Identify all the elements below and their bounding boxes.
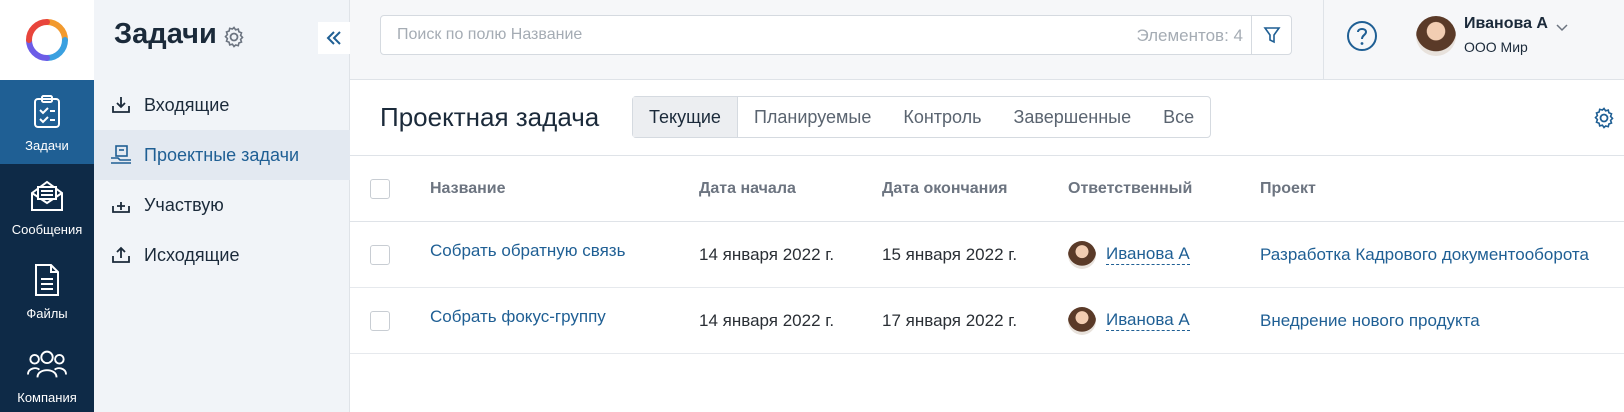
select-all-checkbox[interactable]	[370, 178, 390, 199]
nav-item-company[interactable]: Компания	[0, 332, 94, 412]
tab-current[interactable]: Текущие	[633, 97, 738, 137]
sidebar-item-label: Входящие	[144, 94, 230, 115]
end-date: 15 января 2022 г.	[882, 244, 1018, 264]
start-date: 14 января 2022 г.	[699, 244, 835, 264]
table-header: Название Дата начала Дата окончания Отве…	[350, 156, 1624, 222]
sidebar-item-label: Участвую	[144, 194, 224, 215]
column-header-start-date[interactable]: Дата начала	[699, 156, 796, 221]
project-tasks-icon	[110, 144, 132, 166]
help-button[interactable]	[1346, 20, 1378, 52]
avatar	[1068, 240, 1096, 269]
nav-item-messages[interactable]: Сообщения	[0, 164, 94, 248]
row-checkbox[interactable]	[370, 310, 390, 331]
column-header-end-date[interactable]: Дата окончания	[882, 156, 1008, 221]
column-header-project[interactable]: Проект	[1260, 156, 1316, 221]
project-link[interactable]: Внедрение нового продукта	[1260, 288, 1480, 353]
tasks-icon	[27, 92, 67, 132]
responsible-link[interactable]: Иванова А	[1106, 310, 1190, 331]
start-date: 14 января 2022 г.	[699, 310, 835, 330]
tasks-table: Название Дата начала Дата окончания Отве…	[350, 156, 1624, 354]
logo-icon	[26, 19, 68, 61]
user-organization: ООО Мир	[1464, 39, 1528, 55]
column-header-responsible[interactable]: Ответственный	[1068, 156, 1192, 221]
top-bar: Элементов: 4 Иванова А ООО Мир	[350, 0, 1624, 80]
nav-item-files[interactable]: Файлы	[0, 248, 94, 332]
gear-icon[interactable]	[222, 25, 246, 49]
nav-item-tasks[interactable]: Задачи	[0, 80, 94, 164]
sidebar-item-label: Проектные задачи	[144, 144, 299, 165]
nav-item-label: Задачи	[25, 137, 69, 153]
sidebar-item-inbox[interactable]: Входящие	[94, 80, 350, 130]
project-link[interactable]: Разработка Кадрового документооборота	[1260, 222, 1589, 287]
tabs: Текущие Планируемые Контроль Завершенные…	[632, 96, 1212, 138]
sidebar-item-outbox[interactable]: Исходящие	[94, 230, 350, 280]
nav-item-label: Сообщения	[11, 221, 83, 237]
sidebar-item-project-tasks[interactable]: Проектные задачи	[94, 130, 350, 180]
outbox-icon	[110, 244, 132, 266]
user-avatar[interactable]	[1416, 16, 1456, 56]
avatar	[1068, 306, 1096, 335]
filter-button[interactable]	[1251, 16, 1291, 54]
inbox-icon	[110, 94, 132, 116]
tab-planned[interactable]: Планируемые	[738, 97, 887, 137]
content-header: Проектная задача Текущие Планируемые Кон…	[350, 80, 1624, 156]
settings-gear-icon[interactable]	[1592, 106, 1616, 130]
company-icon	[27, 344, 67, 384]
task-name-link[interactable]: Собрать фокус-группу	[430, 284, 606, 349]
sidebar-title: Задачи	[114, 18, 217, 50]
row-checkbox[interactable]	[370, 244, 390, 265]
messages-icon	[27, 176, 67, 216]
main-nav: Задачи Сообщения Файлы Компания	[0, 0, 94, 412]
app-logo[interactable]	[0, 0, 94, 80]
items-count: Элементов: 4	[1136, 26, 1243, 45]
tab-control[interactable]: Контроль	[887, 97, 997, 137]
files-icon	[27, 260, 67, 300]
table-row[interactable]: Собрать обратную связь 14 января 2022 г.…	[350, 222, 1624, 288]
help-icon	[1347, 21, 1377, 51]
page-title: Проектная задача	[380, 102, 600, 132]
double-chevron-left-icon	[326, 31, 341, 45]
sidebar-item-label: Исходящие	[144, 244, 240, 265]
nav-item-label: Компания	[17, 389, 77, 405]
tab-completed[interactable]: Завершенные	[998, 97, 1148, 137]
tab-all[interactable]: Все	[1147, 97, 1210, 137]
user-name[interactable]: Иванова А	[1464, 15, 1548, 33]
end-date: 17 января 2022 г.	[882, 310, 1018, 330]
chevron-down-icon[interactable]	[1556, 19, 1568, 32]
sidebar: Задачи Входящие Проектные задачи Участву…	[94, 0, 350, 412]
search-input[interactable]	[381, 16, 1101, 54]
collapse-sidebar-button[interactable]	[318, 22, 350, 54]
divider	[1323, 0, 1324, 80]
sidebar-item-participate[interactable]: Участвую	[94, 180, 350, 230]
table-row[interactable]: Собрать фокус-группу 14 января 2022 г. 1…	[350, 288, 1624, 354]
search-box: Элементов: 4	[380, 15, 1292, 55]
nav-item-label: Файлы	[26, 305, 68, 321]
responsible-link[interactable]: Иванова А	[1106, 244, 1190, 265]
task-name-link[interactable]: Собрать обратную связь	[430, 218, 625, 283]
responsible-cell: Иванова А	[1068, 222, 1190, 287]
column-header-name[interactable]: Название	[430, 156, 506, 221]
responsible-cell: Иванова А	[1068, 288, 1190, 353]
filter-icon	[1262, 27, 1281, 44]
participate-icon	[110, 194, 132, 216]
